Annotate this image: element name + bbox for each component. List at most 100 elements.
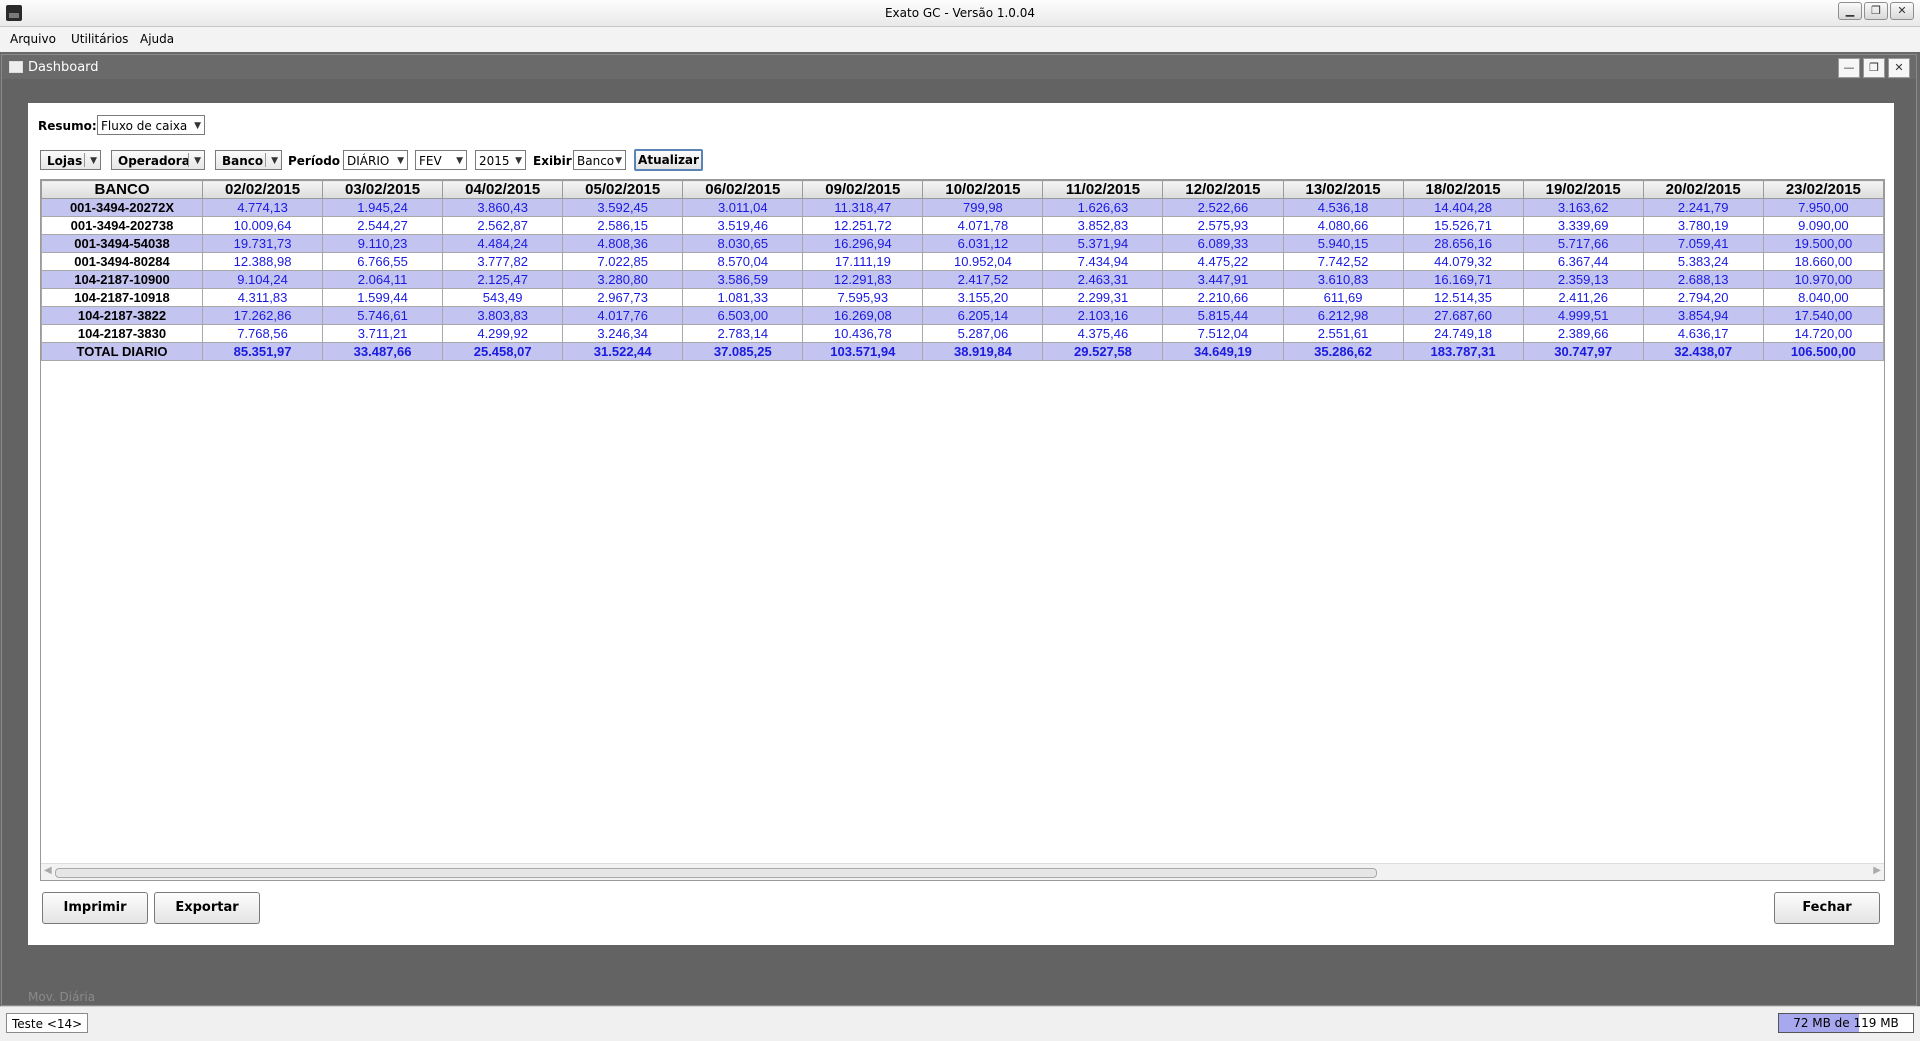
value-cell: 27.687,60: [1402, 306, 1524, 325]
value-cell: 18.660,00: [1762, 252, 1884, 271]
close-icon[interactable]: ✕: [1890, 2, 1914, 20]
chevron-down-icon: ▼: [194, 156, 201, 166]
status-bar: Teste <14> 72 MB de 119 MB: [0, 1006, 1920, 1041]
value-cell: 6.205,14: [922, 306, 1044, 325]
value-cell: 2.967,73: [562, 288, 684, 307]
fechar-button[interactable]: Fechar: [1774, 892, 1880, 924]
lojas-dropdown[interactable]: Lojas ▼: [40, 150, 101, 170]
bank-account-cell: 104-2187-3822: [41, 306, 203, 325]
frame-title: Dashboard: [28, 60, 99, 75]
column-header-date[interactable]: 05/02/2015: [562, 180, 684, 199]
column-header-date[interactable]: 03/02/2015: [322, 180, 444, 199]
value-cell: 3.777,82: [442, 252, 564, 271]
atualizar-button[interactable]: Atualizar: [634, 149, 703, 171]
frame-close-icon[interactable]: ✕: [1888, 58, 1910, 78]
cashflow-table[interactable]: BANCO 02/02/2015 03/02/2015 04/02/2015 05/02…: [40, 179, 1885, 881]
column-header-date[interactable]: 20/02/2015: [1642, 180, 1764, 199]
value-cell: 7.022,85: [562, 252, 684, 271]
column-header-date[interactable]: 19/02/2015: [1522, 180, 1644, 199]
column-header-banco[interactable]: BANCO: [41, 180, 203, 199]
value-cell: 2.551,61: [1282, 324, 1404, 343]
column-header-date[interactable]: 06/02/2015: [682, 180, 804, 199]
table-row[interactable]: 001-3494-20272X 4.774,13 1.945,24 3.860,43 3…: [41, 198, 1884, 217]
memory-indicator[interactable]: 72 MB de 119 MB: [1778, 1013, 1914, 1033]
value-cell: 3.610,83: [1282, 270, 1404, 289]
restore-icon[interactable]: ❐: [1864, 2, 1888, 20]
exibir-select[interactable]: Banco ▼: [573, 150, 626, 170]
periodo-label: Período: [288, 154, 341, 168]
value-cell: 4.774,13: [201, 198, 324, 217]
value-cell: 2.688,13: [1642, 270, 1764, 289]
value-cell: 5.940,15: [1282, 234, 1404, 253]
table-row[interactable]: 001-3494-80284 12.388,98 6.766,55 3.777,82 7…: [41, 252, 1884, 271]
column-header-date[interactable]: 18/02/2015: [1402, 180, 1524, 199]
table-row[interactable]: 104-2187-3822 17.262,86 5.746,61 3.803,83 4.…: [41, 306, 1884, 325]
value-cell: 799,98: [922, 198, 1044, 217]
exportar-button[interactable]: Exportar: [154, 892, 260, 924]
operadora-dropdown[interactable]: Operadora ▼: [111, 150, 205, 170]
value-cell: 2.241,79: [1642, 198, 1764, 217]
resumo-label: Resumo:: [38, 119, 97, 133]
column-header-date[interactable]: 11/02/2015: [1042, 180, 1164, 199]
minimize-icon[interactable]: ▁: [1838, 2, 1862, 20]
bank-account-cell: 001-3494-54038: [41, 234, 203, 253]
scroll-right-icon[interactable]: ▶: [1873, 865, 1881, 876]
value-cell: 4.475,22: [1162, 252, 1284, 271]
scroll-left-icon[interactable]: ◀: [44, 865, 52, 876]
column-header-date[interactable]: 10/02/2015: [922, 180, 1044, 199]
menu-utilitarios[interactable]: Utilitários: [71, 32, 128, 46]
window-titlebar: Exato GC - Versão 1.0.04 ▁ ❐ ✕: [0, 0, 1920, 27]
column-header-date[interactable]: 13/02/2015: [1282, 180, 1404, 199]
value-cell: 11.318,47: [802, 198, 924, 217]
horizontal-scrollbar[interactable]: ◀ ▶: [41, 863, 1884, 880]
banco-label: Banco: [222, 154, 264, 168]
value-cell: 17.111,19: [802, 252, 924, 271]
column-header-date[interactable]: 02/02/2015: [201, 180, 324, 199]
banco-dropdown[interactable]: Banco ▼: [215, 150, 282, 170]
value-cell: 3.155,20: [922, 288, 1044, 307]
value-cell: 6.367,44: [1522, 252, 1644, 271]
value-cell: 3.860,43: [442, 198, 564, 217]
value-cell: 3.803,83: [442, 306, 564, 325]
value-cell: 7.595,93: [802, 288, 924, 307]
value-cell: 4.071,78: [922, 216, 1044, 235]
column-header-date[interactable]: 09/02/2015: [802, 180, 924, 199]
resumo-select[interactable]: Fluxo de caixa ▼: [97, 115, 205, 135]
table-row[interactable]: 104-2187-3830 7.768,56 3.711,21 4.299,92 3.2…: [41, 324, 1884, 343]
periodo-value: DIÁRIO: [347, 154, 390, 168]
frame-minimize-icon[interactable]: —: [1838, 58, 1860, 78]
bank-account-cell: 001-3494-202738: [41, 216, 203, 235]
periodo-select[interactable]: DIÁRIO ▼: [343, 150, 408, 170]
mes-select[interactable]: FEV ▼: [415, 150, 467, 170]
resumo-value: Fluxo de caixa: [101, 119, 188, 133]
value-cell: 4.484,24: [442, 234, 564, 253]
ano-select[interactable]: 2015 ▼: [475, 150, 526, 170]
window-controls: ▁ ❐ ✕: [1838, 2, 1914, 20]
column-header-date[interactable]: 23/02/2015: [1762, 180, 1884, 199]
menu-ajuda[interactable]: Ajuda: [140, 32, 174, 46]
frame-restore-icon[interactable]: ❐: [1863, 58, 1885, 78]
total-label: TOTAL DIARIO: [41, 342, 203, 361]
value-cell: 1.626,63: [1042, 198, 1164, 217]
table-row[interactable]: 104-2187-10918 4.311,83 1.599,44 543,49 2.96…: [41, 288, 1884, 307]
value-cell: 3.339,69: [1522, 216, 1644, 235]
column-header-date[interactable]: 04/02/2015: [442, 180, 564, 199]
value-cell: 3.711,21: [322, 324, 444, 343]
bank-account-cell: 104-2187-10918: [41, 288, 203, 307]
value-cell: 4.636,17: [1642, 324, 1764, 343]
imprimir-button[interactable]: Imprimir: [42, 892, 148, 924]
value-cell: 2.794,20: [1642, 288, 1764, 307]
menu-bar: Arquivo Utilitários Ajuda: [0, 27, 1920, 51]
value-cell: 1.945,24: [322, 198, 444, 217]
table-row[interactable]: 001-3494-54038 19.731,73 9.110,23 4.484,24 4…: [41, 234, 1884, 253]
table-row[interactable]: 104-2187-10900 9.104,24 2.064,11 2.125,47 3.…: [41, 270, 1884, 289]
total-row[interactable]: TOTAL DIARIO 85.351,97 33.487,66 25.458,07 3…: [41, 342, 1884, 361]
value-cell: 4.808,36: [562, 234, 684, 253]
column-header-date[interactable]: 12/02/2015: [1162, 180, 1284, 199]
value-cell: 7.434,94: [1042, 252, 1164, 271]
value-cell: 6.766,55: [322, 252, 444, 271]
table-row[interactable]: 001-3494-202738 10.009,64 2.544,27 2.562,87…: [41, 216, 1884, 235]
frame-titlebar: Dashboard — ❐ ✕: [2, 55, 1916, 79]
menu-arquivo[interactable]: Arquivo: [10, 32, 56, 46]
scrollbar-thumb[interactable]: [55, 868, 1377, 878]
